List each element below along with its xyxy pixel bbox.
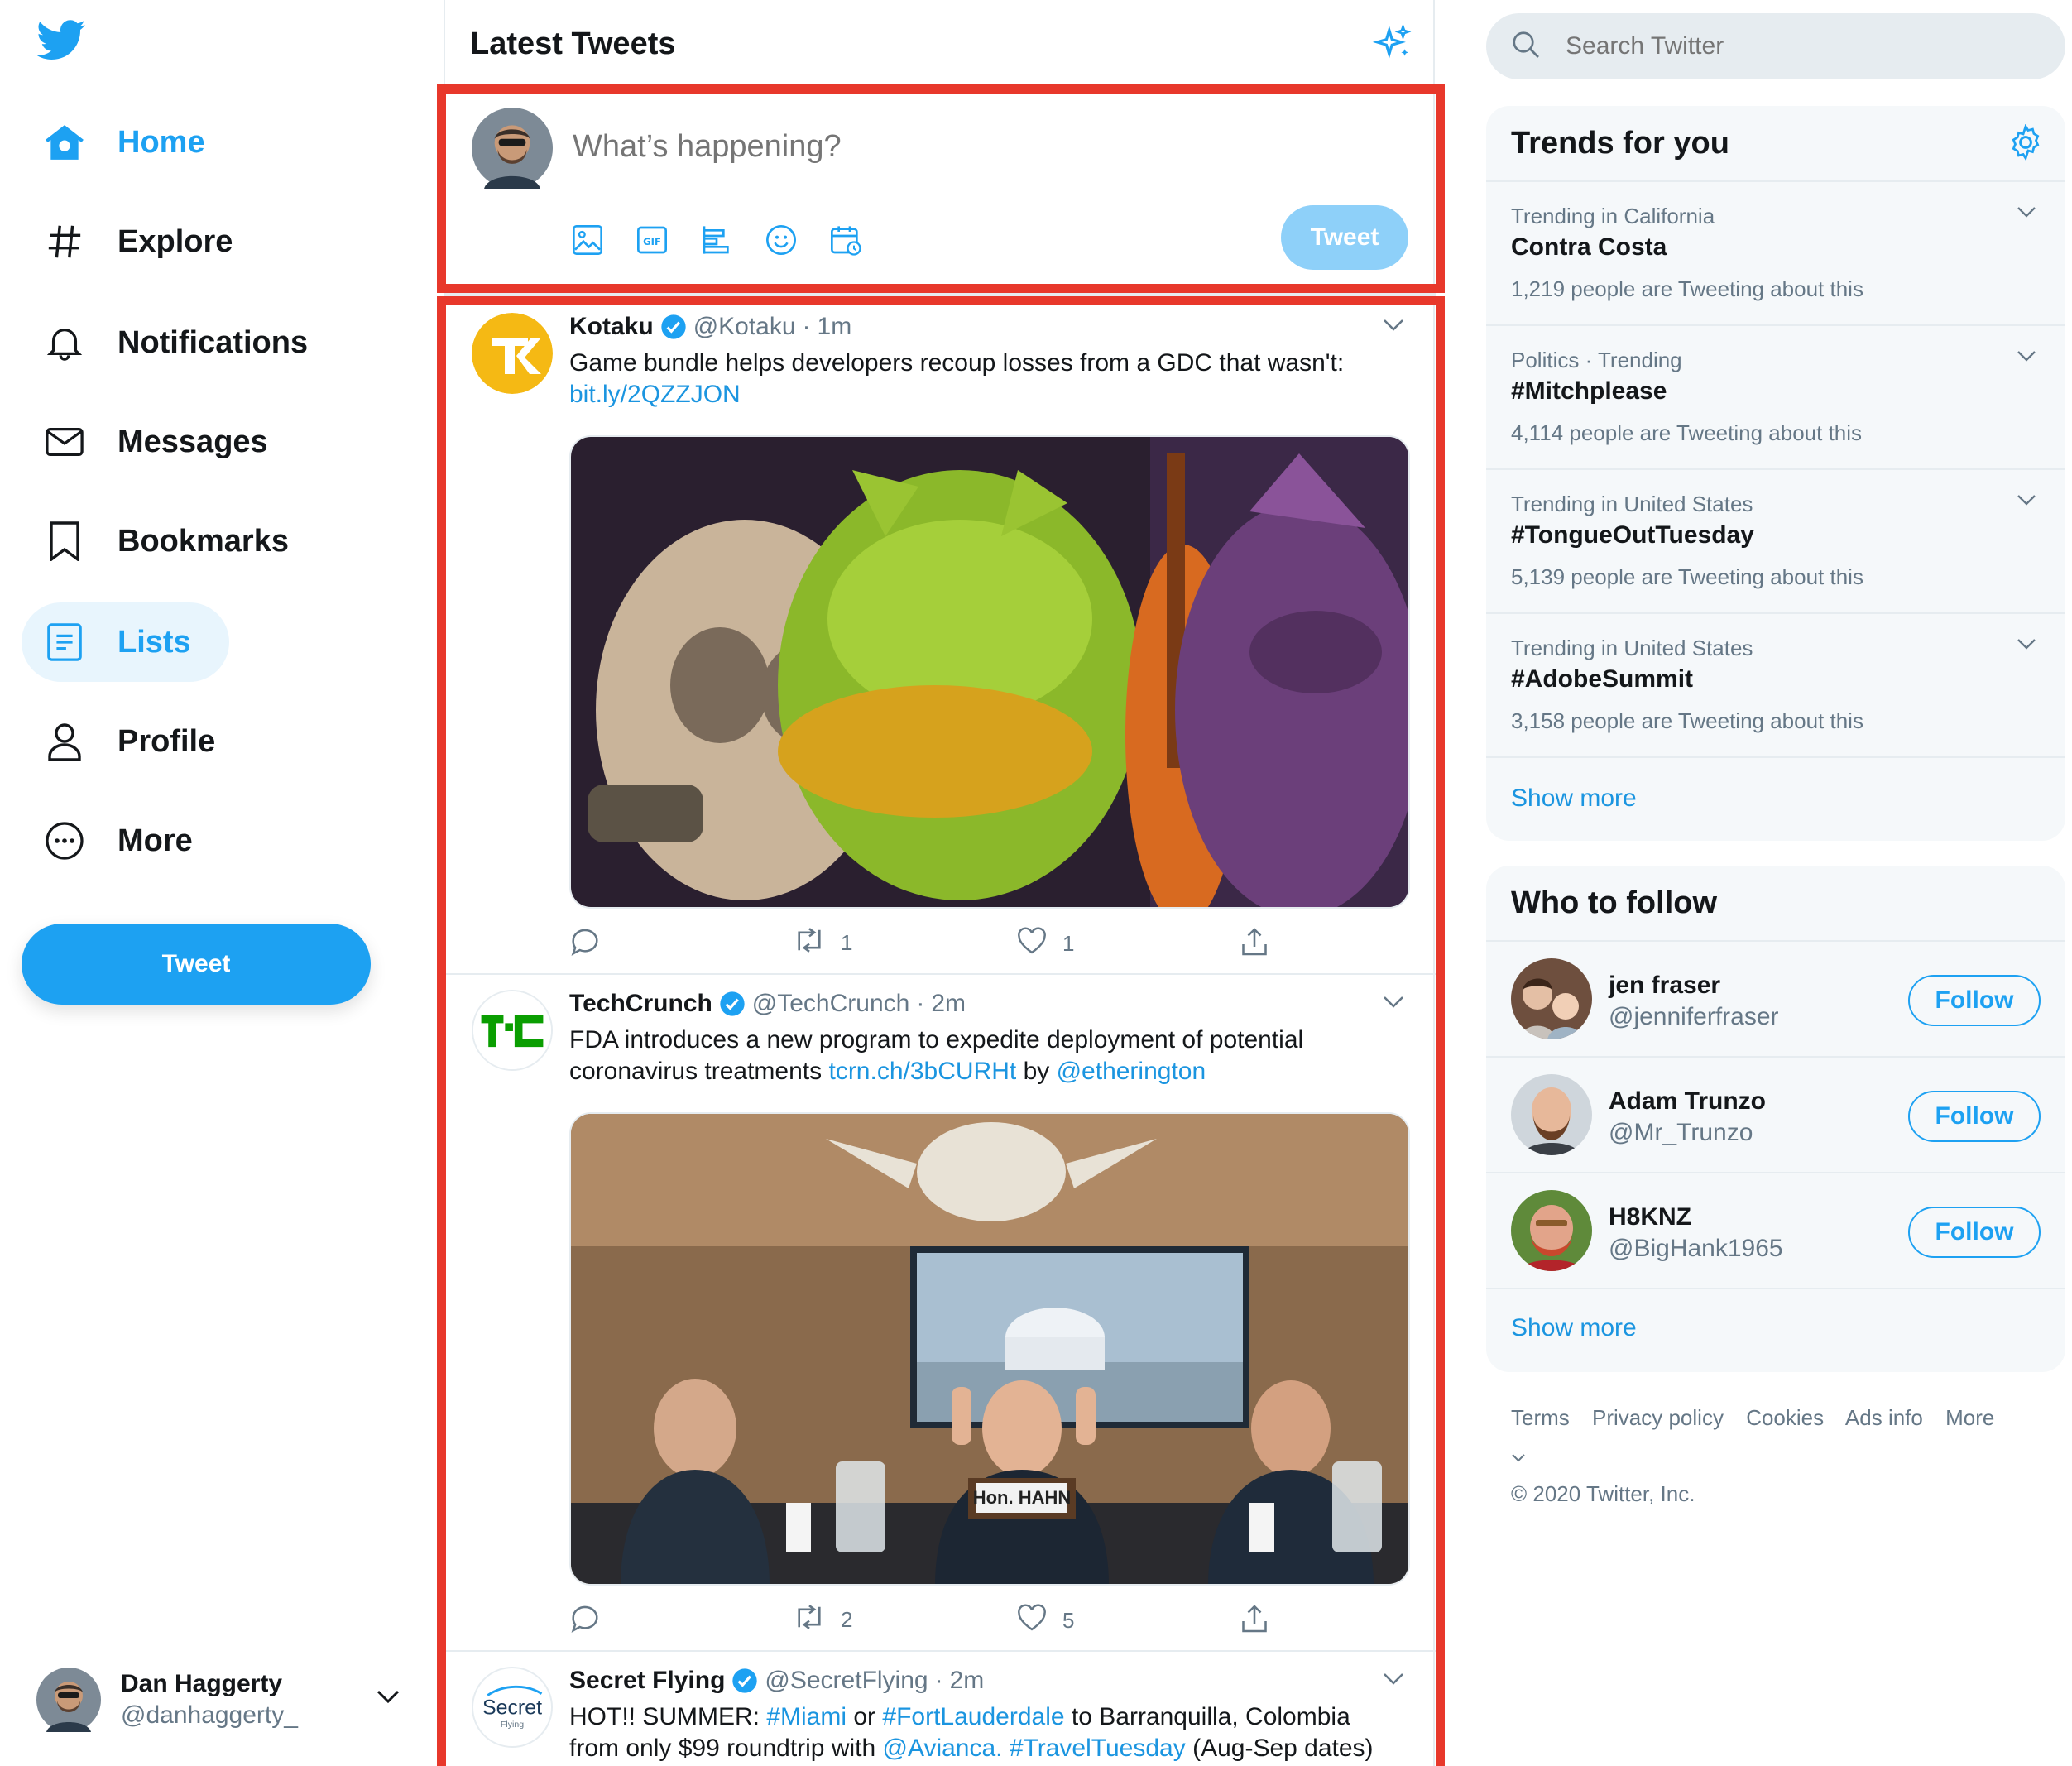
trend-count: 1,219 people are Tweeting about this: [1511, 276, 1863, 301]
bookmark-icon: [43, 520, 86, 563]
who-to-follow-title: Who to follow: [1511, 885, 1718, 920]
suggestion-name: H8KNZ: [1609, 1203, 1692, 1231]
sparkle-icon[interactable]: [1372, 23, 1413, 69]
follow-suggestion[interactable]: Adam Trunzo @Mr_Trunzo Follow: [1486, 1056, 2065, 1172]
hashtag-icon: [43, 220, 86, 263]
search-bar[interactable]: [1486, 13, 2065, 79]
nav-label: More: [118, 823, 193, 858]
account-username: @danhaggerty_: [121, 1701, 298, 1729]
footer-link-ads-info[interactable]: Ads info: [1845, 1405, 1923, 1430]
footer-link-cookies[interactable]: Cookies: [1746, 1405, 1824, 1430]
chevron-down-icon[interactable]: [2016, 349, 2037, 367]
trend-item[interactable]: Trending in United States #AdobeSummit 3…: [1486, 612, 2065, 756]
nav-label: Explore: [118, 223, 233, 259]
trend-name: #TongueOutTuesday: [1511, 521, 1754, 549]
suggestion-handle: @Mr_Trunzo: [1609, 1119, 1753, 1146]
bell-icon: [43, 321, 86, 364]
account-switcher[interactable]: Dan Haggerty @danhaggerty_: [36, 1667, 400, 1733]
chevron-down-icon[interactable]: [376, 1688, 400, 1709]
avatar: [1511, 1190, 1592, 1271]
suggestion-handle: @BigHank1965: [1609, 1235, 1783, 1262]
page-title: Latest Tweets: [470, 26, 676, 61]
trends-show-more-link[interactable]: Show more: [1511, 785, 1637, 813]
footer-link-terms[interactable]: Terms: [1511, 1405, 1570, 1430]
nav-label: Profile: [118, 723, 216, 759]
suggestion-handle: @jenniferfraser: [1609, 1003, 1779, 1030]
nav-label: Bookmarks: [118, 523, 289, 559]
twitter-logo-icon[interactable]: [36, 20, 89, 70]
trend-count: 5,139 people are Tweeting about this: [1511, 564, 1863, 589]
trend-context: Politics · Trending: [1511, 348, 1682, 372]
trend-name: Contra Costa: [1511, 233, 1667, 261]
suggestion-name: Adam Trunzo: [1609, 1087, 1767, 1115]
follow-button[interactable]: Follow: [1908, 975, 2041, 1026]
trend-item[interactable]: Politics · Trending #Mitchplease 4,114 p…: [1486, 324, 2065, 468]
follow-button[interactable]: Follow: [1908, 1207, 2041, 1258]
list-icon: [43, 621, 86, 664]
who-to-follow-show-more-link[interactable]: Show more: [1511, 1314, 1637, 1342]
trend-count: 3,158 people are Tweeting about this: [1511, 708, 1863, 733]
who-to-follow-panel: Who to follow jen fraser @jenniferfraser…: [1486, 866, 2065, 1372]
avatar: [36, 1668, 101, 1732]
trends-title: Trends for you: [1511, 126, 1729, 161]
timeline-highlight-box: [437, 296, 1445, 1766]
trend-context: Trending in United States: [1511, 636, 1753, 660]
envelope-icon: [43, 420, 86, 463]
trend-item[interactable]: Trending in California Contra Costa 1,21…: [1486, 180, 2065, 324]
nav-bookmarks[interactable]: Bookmarks: [22, 501, 310, 581]
more-circle-icon: [43, 819, 86, 862]
person-icon: [43, 720, 86, 763]
divider: [1486, 1288, 2065, 1289]
nav-profile[interactable]: Profile: [22, 702, 237, 781]
avatar: [1511, 1074, 1592, 1155]
right-sidebar: Trends for you Trending in California Co…: [1435, 0, 2072, 1766]
follow-suggestion[interactable]: H8KNZ @BigHank1965 Follow: [1486, 1172, 2065, 1288]
copyright: © 2020 Twitter, Inc.: [1511, 1481, 1695, 1506]
nav-notifications[interactable]: Notifications: [22, 303, 329, 382]
trend-count: 4,114 people are Tweeting about this: [1511, 420, 1863, 445]
left-sidebar: Home Explore Notifications Messages Book…: [0, 0, 444, 1766]
chevron-down-icon[interactable]: [2016, 205, 2037, 223]
footer-link-privacy[interactable]: Privacy policy: [1592, 1405, 1724, 1430]
timeline-header: Latest Tweets: [445, 0, 1436, 86]
tweet-button[interactable]: Tweet: [22, 924, 371, 1005]
follow-suggestion[interactable]: jen fraser @jenniferfraser Follow: [1486, 940, 2065, 1056]
footer-more-label: More: [1945, 1405, 1995, 1430]
trend-name: #Mitchplease: [1511, 377, 1667, 405]
nav-label: Home: [118, 124, 205, 160]
search-icon: [1511, 30, 1541, 64]
search-input[interactable]: [1566, 32, 1979, 60]
footer: Terms Privacy policy Cookies Ads info Mo…: [1511, 1399, 2041, 1513]
chevron-down-icon[interactable]: [2016, 493, 2037, 511]
nav-explore[interactable]: Explore: [22, 202, 254, 281]
account-display-name: Dan Haggerty: [121, 1670, 283, 1697]
suggestion-name: jen fraser: [1609, 972, 1721, 999]
follow-button[interactable]: Follow: [1908, 1091, 2041, 1142]
composer-highlight-box: [437, 84, 1445, 293]
trend-context: Trending in United States: [1511, 492, 1753, 516]
chevron-down-icon: [1512, 1454, 1525, 1462]
trends-panel: Trends for you Trending in California Co…: [1486, 106, 2065, 841]
nav-more[interactable]: More: [22, 801, 214, 881]
nav-label: Lists: [118, 624, 191, 660]
nav-messages[interactable]: Messages: [22, 402, 290, 482]
trend-name: #AdobeSummit: [1511, 665, 1694, 693]
nav-label: Notifications: [118, 324, 309, 360]
gear-icon[interactable]: [2007, 123, 2044, 165]
trend-item[interactable]: Trending in United States #TongueOutTues…: [1486, 468, 2065, 612]
avatar: [1511, 958, 1592, 1039]
chevron-down-icon[interactable]: [2016, 637, 2037, 655]
nav-label: Messages: [118, 424, 268, 459]
home-icon: [43, 121, 86, 164]
trend-context: Trending in California: [1511, 204, 1715, 228]
nav-lists[interactable]: Lists: [22, 602, 229, 682]
divider: [1486, 756, 2065, 758]
nav-home[interactable]: Home: [22, 103, 227, 182]
